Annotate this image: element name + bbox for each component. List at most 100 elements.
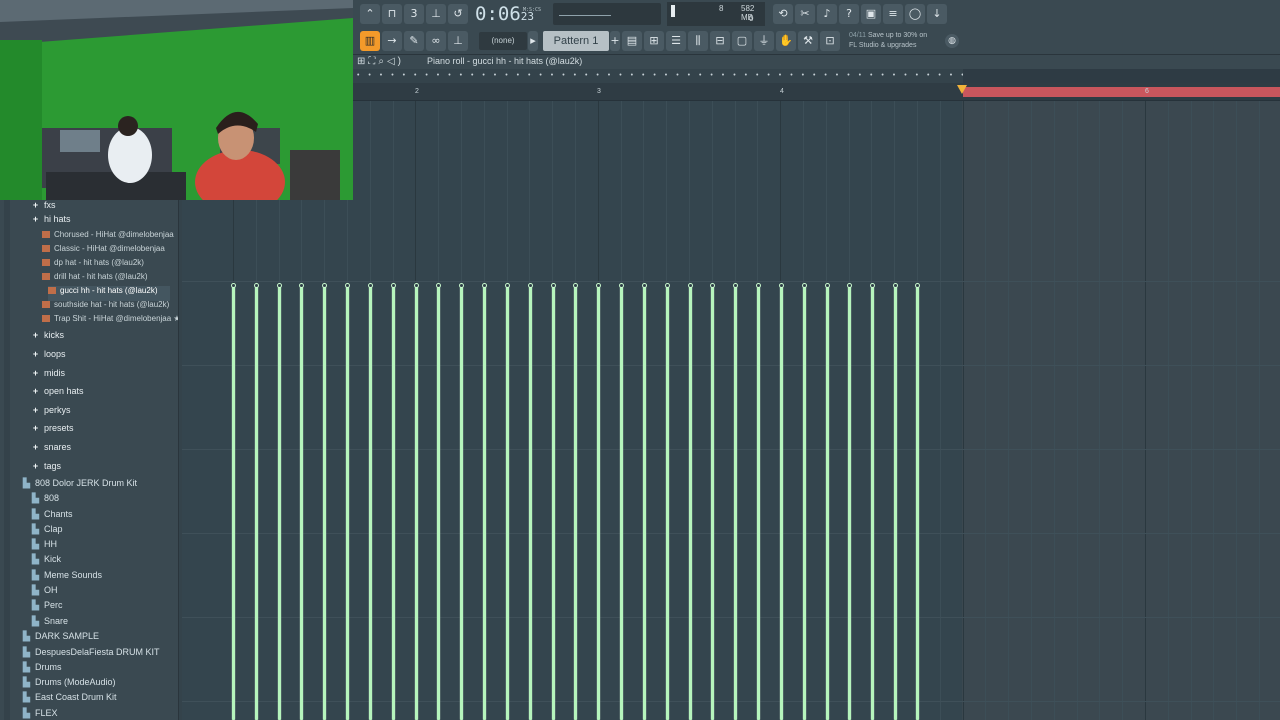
playlist-icon[interactable]: ▤ <box>622 31 642 51</box>
note[interactable] <box>574 286 577 720</box>
note-handle[interactable] <box>231 283 236 288</box>
loop-record-icon[interactable]: ↺ <box>448 4 468 24</box>
note-handle[interactable] <box>299 283 304 288</box>
note-handle[interactable] <box>459 283 464 288</box>
chat-icon[interactable]: ◯ <box>905 4 925 24</box>
browser-item[interactable]: ▙ Drums <box>22 662 61 677</box>
piano-roll-icon[interactable]: ▥ <box>360 31 380 51</box>
browser-item[interactable]: drill hat - hit hats (@lau2k) <box>42 272 148 287</box>
note[interactable] <box>300 286 303 720</box>
browser-item[interactable]: + loops <box>31 349 66 364</box>
note-handle[interactable] <box>665 283 670 288</box>
note[interactable] <box>689 286 692 720</box>
note[interactable] <box>597 286 600 720</box>
browser-item[interactable]: ▙ OH <box>31 585 57 600</box>
note[interactable] <box>666 286 669 720</box>
cart-icon[interactable]: ⊡ <box>820 31 840 51</box>
news-ticker[interactable]: 04/11 Save up to 30% on FL Studio & upgr… <box>849 31 944 51</box>
note[interactable] <box>232 286 235 720</box>
note[interactable] <box>734 286 737 720</box>
note-handle[interactable] <box>345 283 350 288</box>
note-handle[interactable] <box>893 283 898 288</box>
download-icon[interactable]: ↓ <box>927 4 947 24</box>
browser-item[interactable]: ▙ Perc <box>31 600 62 615</box>
mixer-icon[interactable]: ≡ <box>883 4 903 24</box>
note-handle[interactable] <box>802 283 807 288</box>
note-handle[interactable] <box>505 283 510 288</box>
playhead-marker[interactable] <box>957 85 967 94</box>
note[interactable] <box>757 286 760 720</box>
piano-roll-tools[interactable]: ⊞⛶⌕◁) <box>357 56 404 67</box>
browser-item[interactable]: + open hats <box>31 386 84 401</box>
browser-item[interactable]: ▙ Drums (ModeAudio) <box>22 677 116 692</box>
browser-scrollbar[interactable] <box>4 200 10 720</box>
channel-rack-icon[interactable]: ☰ <box>666 31 686 51</box>
note[interactable] <box>255 286 258 720</box>
note-handle[interactable] <box>528 283 533 288</box>
note-handle[interactable] <box>391 283 396 288</box>
note-handle[interactable] <box>322 283 327 288</box>
microphone-icon[interactable]: ♪ <box>817 4 837 24</box>
countdown-icon[interactable]: 3 <box>404 4 424 24</box>
browser-item[interactable]: ▙ FLEX <box>22 708 57 720</box>
browser-item[interactable]: ▙ 808 <box>31 493 59 508</box>
browser-item[interactable]: + kicks <box>31 330 64 345</box>
undo-icon[interactable]: ⟲ <box>773 4 793 24</box>
browser-item[interactable]: ▙ Kick <box>31 554 61 569</box>
browser-item[interactable]: + presets <box>31 423 74 438</box>
note-handle[interactable] <box>915 283 920 288</box>
note[interactable] <box>415 286 418 720</box>
note-handle[interactable] <box>277 283 282 288</box>
note[interactable] <box>506 286 509 720</box>
browser-item[interactable]: Classic - HiHat @dimelobenjaa <box>42 244 165 259</box>
note[interactable] <box>826 286 829 720</box>
globe-icon[interactable]: ◍ <box>945 34 959 48</box>
pattern-add-icon[interactable]: + <box>610 31 620 51</box>
note[interactable] <box>323 286 326 720</box>
browser-item[interactable]: + perkys <box>31 405 71 420</box>
pattern-prev-icon[interactable]: ▸ <box>528 31 538 51</box>
note-handle[interactable] <box>596 283 601 288</box>
cut-icon[interactable]: ✂ <box>795 4 815 24</box>
channel-filter-select[interactable]: (none) <box>479 32 527 50</box>
note[interactable] <box>871 286 874 720</box>
step-sequencer-icon[interactable]: ⊞ <box>644 31 664 51</box>
pattern-select[interactable]: Pattern 1 <box>543 31 609 51</box>
browser-item[interactable]: + hi hats <box>31 214 71 229</box>
browser-item[interactable]: Trap Shit - HiHat @dimelobenjaa ★ <box>42 314 181 329</box>
browser-item[interactable]: Chorused - HiHat @dimelobenjaa <box>42 230 174 245</box>
browser-item[interactable]: ▙ 808 Dolor JERK Drum Kit <box>22 478 137 493</box>
browser-item[interactable]: ▙ DARK SAMPLE <box>22 631 99 646</box>
browser-item[interactable]: + midis <box>31 368 65 383</box>
touch-icon[interactable]: ✋ <box>776 31 796 51</box>
note-handle[interactable] <box>847 283 852 288</box>
note[interactable] <box>803 286 806 720</box>
browser-item[interactable]: + fxs <box>31 200 56 215</box>
note[interactable] <box>780 286 783 720</box>
tempo-slider[interactable] <box>553 3 661 25</box>
note-handle[interactable] <box>551 283 556 288</box>
note-handle[interactable] <box>825 283 830 288</box>
note[interactable] <box>369 286 372 720</box>
note-handle[interactable] <box>482 283 487 288</box>
note-handle[interactable] <box>688 283 693 288</box>
note[interactable] <box>916 286 919 720</box>
plugin-icon[interactable]: ⏚ <box>754 31 774 51</box>
mixer-view-icon[interactable]: ⫼ <box>688 31 708 51</box>
browser-item[interactable]: + snares <box>31 442 71 457</box>
stamp-icon[interactable]: ⊥ <box>448 31 468 51</box>
browser-item[interactable]: ▙ HH <box>31 539 57 554</box>
note[interactable] <box>460 286 463 720</box>
browser-item[interactable]: southside hat - hit hats (@lau2k) <box>42 300 169 315</box>
timeline-ruler[interactable]: 2 3 4 6 <box>353 83 1280 101</box>
help-icon[interactable]: ? <box>839 4 859 24</box>
note-handle[interactable] <box>733 283 738 288</box>
metronome-icon[interactable]: ⌃ <box>360 4 380 24</box>
browser-item[interactable]: ▙ Snare <box>31 616 68 631</box>
loop-region[interactable] <box>963 87 1280 97</box>
note-handle[interactable] <box>779 283 784 288</box>
save-icon[interactable]: ▣ <box>861 4 881 24</box>
wrench-icon[interactable]: ⚒ <box>798 31 818 51</box>
note-handle[interactable] <box>573 283 578 288</box>
clipboard-icon[interactable]: ▢ <box>732 31 752 51</box>
